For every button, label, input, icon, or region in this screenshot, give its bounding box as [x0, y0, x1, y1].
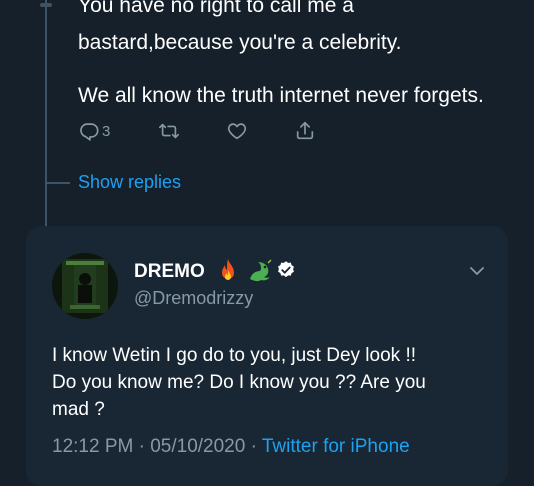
tweet-source-link[interactable]: Twitter for iPhone	[262, 436, 410, 457]
show-replies-connector	[46, 182, 70, 184]
reply-text-line: We all know the truth internet never for…	[78, 84, 484, 107]
tweet-date[interactable]: 05/10/2020	[150, 436, 245, 457]
meta-separator: ·	[133, 436, 151, 457]
chevron-down-icon[interactable]	[468, 262, 486, 280]
reply-button[interactable]: 3	[78, 120, 110, 142]
author-handle[interactable]: @Dremodrizzy	[134, 288, 253, 309]
dragon-icon	[250, 259, 272, 282]
share-button[interactable]	[294, 120, 316, 142]
show-replies-link[interactable]: Show replies	[78, 172, 181, 193]
retweet-button[interactable]	[158, 120, 180, 142]
share-icon	[296, 121, 314, 140]
author-name[interactable]: DREMO	[134, 261, 205, 283]
tweet-text-line: I know Wetin I go do to you, just Dey lo…	[52, 345, 416, 366]
tweet-body: I know Wetin I go do to you, just Dey lo…	[52, 342, 492, 423]
heart-icon	[227, 123, 247, 140]
verified-badge-icon	[278, 261, 294, 278]
tweet-text-line: Do you know me? Do I know you ?? Are you	[52, 372, 426, 393]
thread-connector	[40, 3, 52, 7]
reply-text-line: bastard,because you're a celebrity.	[78, 31, 402, 54]
tweet-text-line: mad ?	[52, 399, 105, 420]
reply-icon	[80, 123, 99, 141]
avatar[interactable]	[52, 253, 118, 319]
like-button[interactable]	[226, 120, 248, 142]
avatar-image	[52, 253, 118, 319]
tweet-time[interactable]: 12:12 PM	[52, 436, 133, 457]
fire-icon	[222, 259, 234, 280]
thread-line	[45, 0, 47, 226]
retweet-icon	[159, 123, 179, 139]
tweet-metadata: 12:12 PM · 05/10/2020 · Twitter for iPho…	[52, 436, 410, 458]
reply-text-line: You have no right to call me a	[78, 0, 354, 17]
meta-separator: ·	[245, 436, 262, 457]
reply-count: 3	[102, 122, 111, 140]
